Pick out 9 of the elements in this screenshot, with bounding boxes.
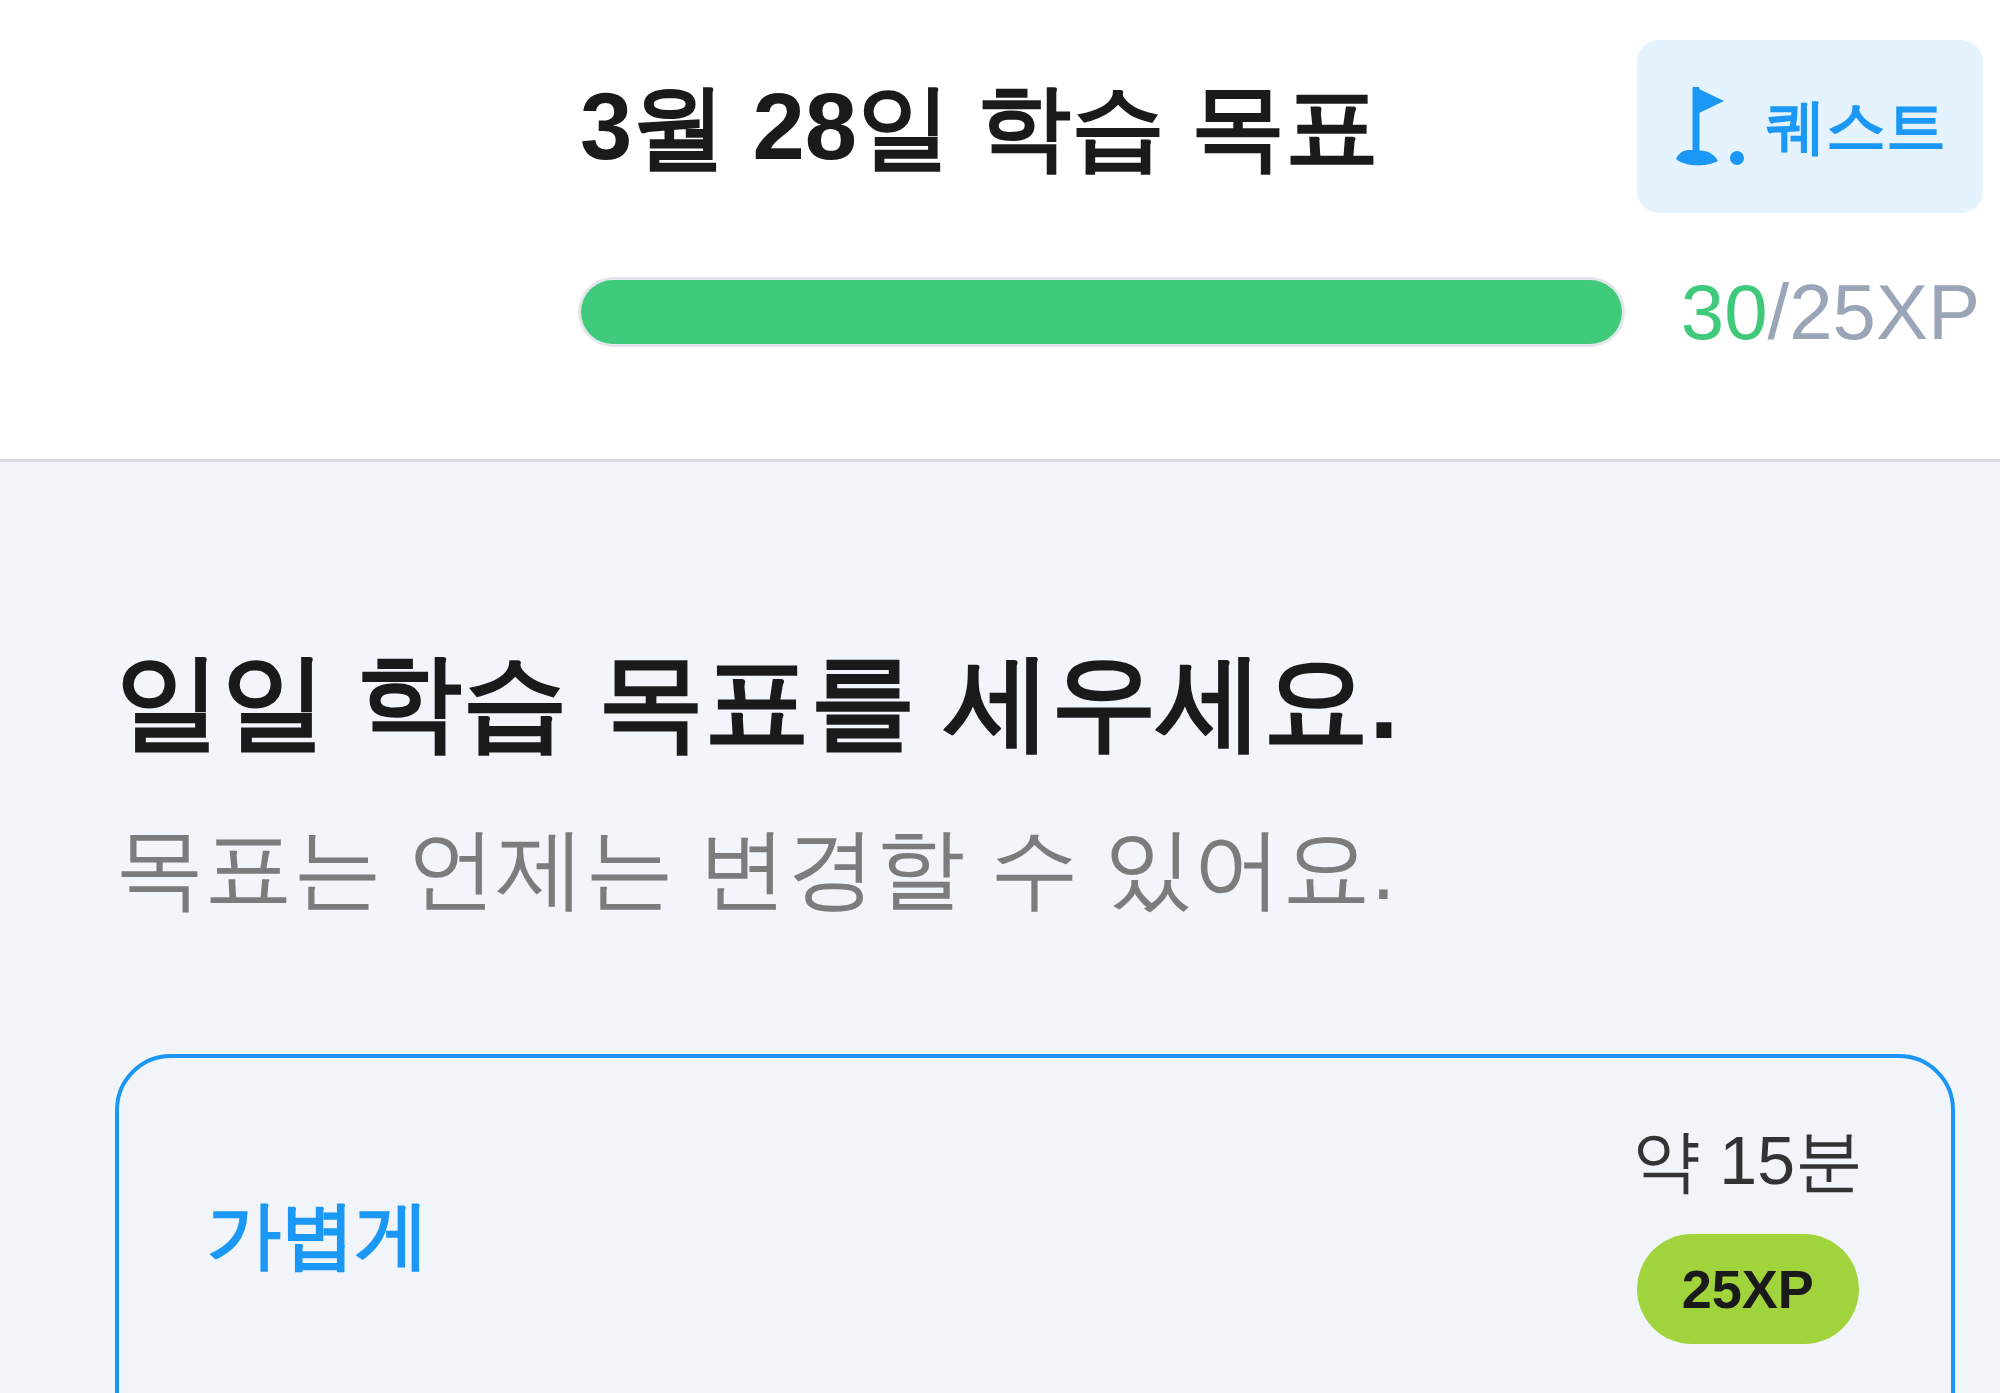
flag-icon <box>1674 86 1746 167</box>
goal-option-card[interactable]: 가볍게 약 15분 25XP <box>115 1054 1955 1393</box>
goal-label: 가볍게 <box>207 1198 429 1272</box>
xp-counter: 30/25XP <box>1680 273 1980 351</box>
duration-text: 약 15분 <box>1632 1126 1863 1194</box>
section-subtitle: 목표는 언제는 변경할 수 있어요. <box>115 824 1397 913</box>
page-title: 3월 28일 학습 목표 <box>580 79 1380 174</box>
section-heading: 일일 학습 목표를 세우세요. <box>115 648 1400 754</box>
xp-reward-badge: 25XP <box>1636 1234 1859 1344</box>
